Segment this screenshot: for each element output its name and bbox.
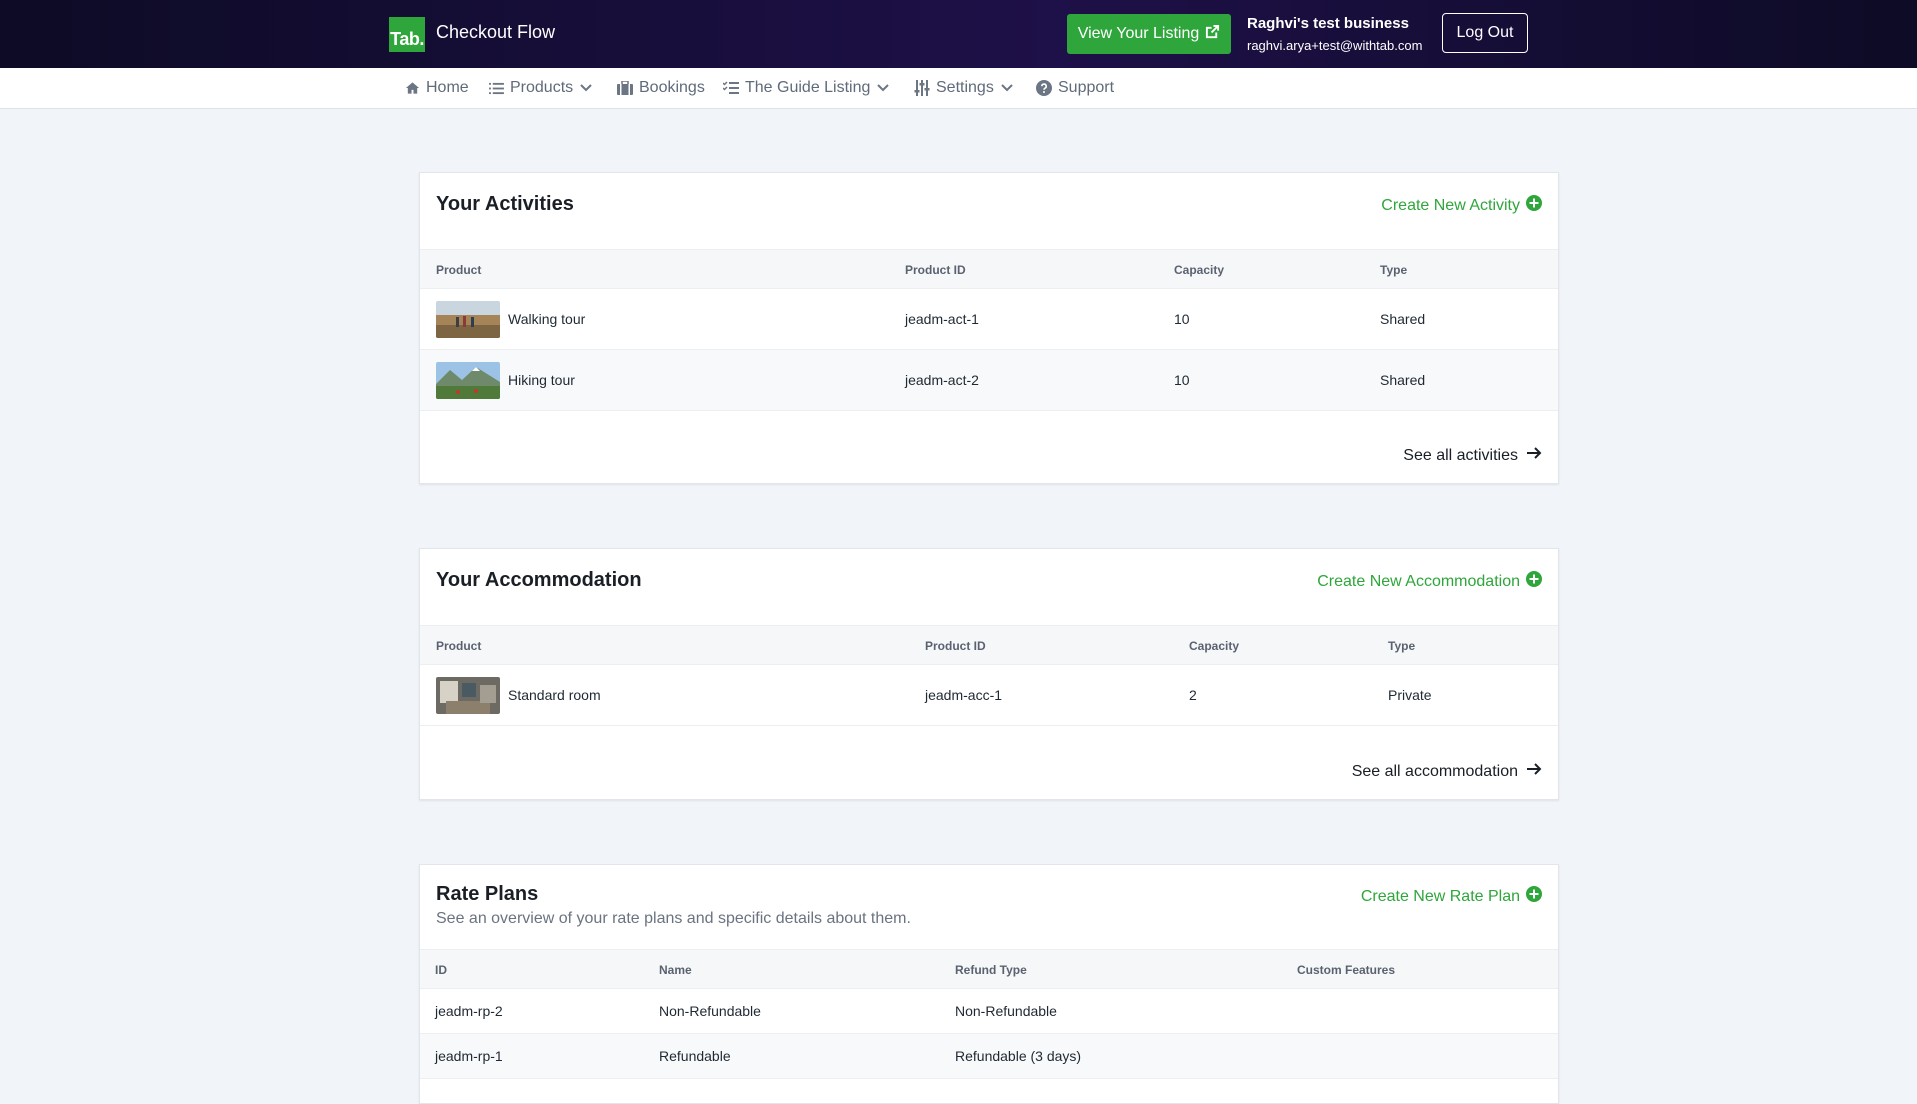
- arrow-right-icon: [1526, 762, 1542, 781]
- question-circle-icon: [1036, 80, 1052, 96]
- logout-button[interactable]: Log Out: [1442, 13, 1528, 53]
- main-nav: Home Products Bookings The Guide Listing…: [0, 68, 1917, 109]
- product-id: jeadm-acc-1: [925, 687, 1003, 703]
- column-header: Custom Features: [1297, 963, 1396, 977]
- nav-settings-label: Settings: [936, 79, 994, 96]
- accommodation-table-header: Product Product ID Capacity Type: [420, 625, 1558, 665]
- nav-bookings[interactable]: Bookings: [617, 68, 705, 108]
- see-all-activities-link[interactable]: See all activities: [1403, 446, 1542, 465]
- product-id: jeadm-act-2: [905, 372, 979, 388]
- app-title: Checkout Flow: [436, 22, 556, 42]
- standard-room-thumbnail: [436, 677, 500, 714]
- nav-home-label: Home: [426, 79, 469, 96]
- column-header: Capacity: [1189, 639, 1240, 653]
- activities-card: Your Activities Create New Activity Prod…: [419, 172, 1559, 484]
- column-header: Product: [436, 263, 482, 277]
- rate-plans-title: Rate Plans: [436, 883, 539, 905]
- product-type: Shared: [1380, 372, 1426, 388]
- column-header: Type: [1388, 639, 1416, 653]
- plus-circle-icon: [1526, 886, 1542, 907]
- home-icon: [405, 81, 420, 95]
- see-all-accommodation-link[interactable]: See all accommodation: [1352, 762, 1542, 781]
- nav-support-label: Support: [1058, 79, 1115, 96]
- arrow-right-icon: [1526, 446, 1542, 465]
- top-header: Tab. Checkout Flow View Your Listing Rag…: [0, 0, 1917, 68]
- rate-plans-subtitle: See an overview of your rate plans and s…: [436, 910, 911, 927]
- rate-plan-id: jeadm-rp-2: [435, 1003, 503, 1019]
- column-header: ID: [435, 963, 447, 977]
- create-activity-link[interactable]: Create New Activity: [1381, 195, 1542, 216]
- chevron-down-icon: [876, 83, 890, 93]
- hiking-tour-thumbnail: [436, 362, 500, 399]
- suitcase-icon: [617, 81, 633, 95]
- nav-guide-listing[interactable]: The Guide Listing: [723, 68, 890, 108]
- create-accommodation-label: Create New Accommodation: [1317, 572, 1520, 590]
- table-row[interactable]: Standard room jeadm-acc-1 2 Private: [420, 665, 1558, 726]
- walking-tour-thumbnail: [436, 301, 500, 338]
- product-capacity: 10: [1174, 311, 1190, 327]
- activities-table-header: Product Product ID Capacity Type: [420, 249, 1558, 289]
- nav-support[interactable]: Support: [1036, 68, 1114, 108]
- nav-home[interactable]: Home: [405, 68, 469, 108]
- accommodation-card: Your Accommodation Create New Accommodat…: [419, 548, 1559, 800]
- create-rate-plan-label: Create New Rate Plan: [1360, 887, 1520, 905]
- rate-plans-card: Rate Plans See an overview of your rate …: [419, 864, 1559, 1104]
- business-email: raghvi.arya+test@withtab.com: [1247, 38, 1423, 53]
- table-row[interactable]: Hiking tour jeadm-act-2 10 Shared: [420, 350, 1558, 411]
- view-listing-button[interactable]: View Your Listing: [1067, 14, 1231, 54]
- accommodation-title: Your Accommodation: [436, 569, 642, 591]
- product-capacity: 10: [1174, 372, 1190, 388]
- nav-products[interactable]: Products: [489, 68, 593, 108]
- plus-circle-icon: [1526, 571, 1542, 592]
- tab-logo[interactable]: Tab.: [389, 17, 425, 52]
- column-header: Capacity: [1174, 263, 1225, 277]
- column-header: Type: [1380, 263, 1408, 277]
- nav-bookings-label: Bookings: [639, 79, 705, 96]
- view-listing-label: View Your Listing: [1077, 25, 1200, 42]
- table-row[interactable]: jeadm-rp-1 Refundable Refundable (3 days…: [420, 1034, 1558, 1079]
- plus-circle-icon: [1526, 195, 1542, 216]
- checklist-icon: [723, 81, 739, 95]
- column-header: Refund Type: [955, 963, 1027, 977]
- table-row[interactable]: Walking tour jeadm-act-1 10 Shared: [420, 289, 1558, 350]
- rate-plan-refund-type: Refundable (3 days): [955, 1048, 1082, 1064]
- nav-products-label: Products: [510, 79, 574, 96]
- rate-plans-table-header: ID Name Refund Type Custom Features: [420, 949, 1558, 989]
- list-icon: [489, 82, 504, 95]
- rate-plan-refund-type: Non-Refundable: [955, 1003, 1057, 1019]
- nav-settings[interactable]: Settings: [914, 68, 1014, 108]
- external-link-icon: [1205, 24, 1220, 44]
- product-type: Private: [1388, 687, 1432, 703]
- product-name: Standard room: [508, 687, 601, 703]
- create-accommodation-link[interactable]: Create New Accommodation: [1317, 571, 1542, 592]
- activities-title: Your Activities: [436, 193, 574, 215]
- rate-plan-id: jeadm-rp-1: [435, 1048, 503, 1064]
- product-name: Walking tour: [508, 311, 586, 327]
- table-row[interactable]: jeadm-rp-2 Non-Refundable Non-Refundable: [420, 989, 1558, 1034]
- column-header: Product ID: [905, 263, 966, 277]
- chevron-down-icon: [579, 83, 593, 93]
- create-rate-plan-link[interactable]: Create New Rate Plan: [1361, 886, 1542, 907]
- see-all-activities-label: See all activities: [1403, 446, 1518, 464]
- column-header: Product ID: [925, 639, 986, 653]
- product-type: Shared: [1380, 311, 1426, 327]
- product-capacity: 2: [1189, 687, 1197, 703]
- chevron-down-icon: [1000, 83, 1014, 93]
- see-all-accommodation-label: See all accommodation: [1351, 762, 1518, 780]
- business-name: Raghvi's test business: [1247, 15, 1409, 32]
- column-header: Name: [659, 963, 692, 977]
- product-name: Hiking tour: [508, 372, 575, 388]
- nav-guide-listing-label: The Guide Listing: [745, 79, 871, 96]
- column-header: Product: [436, 639, 482, 653]
- product-id: jeadm-act-1: [905, 311, 979, 327]
- rate-plan-name: Refundable: [659, 1048, 731, 1064]
- create-activity-label: Create New Activity: [1381, 196, 1520, 214]
- sliders-icon: [914, 80, 930, 96]
- rate-plan-name: Non-Refundable: [659, 1003, 761, 1019]
